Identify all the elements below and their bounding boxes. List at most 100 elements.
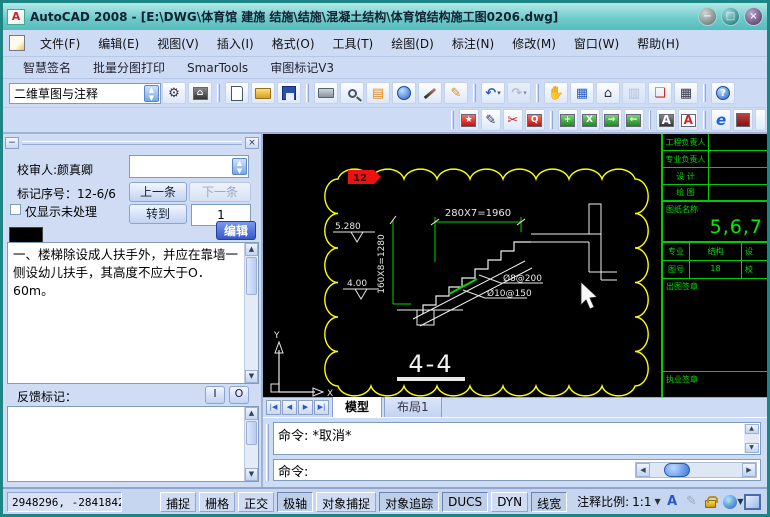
edit-button[interactable]: 编辑 — [216, 221, 256, 240]
toggle-osnap[interactable]: 对象捕捉 — [316, 492, 376, 512]
menu-help[interactable]: 帮助(H) — [628, 33, 688, 54]
comment-scrollbar[interactable]: ▲ ▼ — [244, 243, 258, 383]
markup-sets-icon[interactable]: ❏ — [648, 82, 672, 104]
menu-window[interactable]: 窗口(W) — [565, 33, 628, 54]
command-drag-handle[interactable] — [266, 424, 269, 481]
insert-doc-icon[interactable]: + — [558, 109, 578, 131]
close-button[interactable]: × — [744, 7, 763, 26]
panel-drag-handle[interactable] — [22, 141, 242, 145]
goto-button[interactable]: 转到 — [129, 204, 187, 224]
review-combo[interactable]: ▲▼ — [129, 155, 249, 178]
excel-export-icon[interactable]: X — [580, 109, 600, 131]
menu-file[interactable]: 文件(F) — [31, 33, 89, 54]
toggle-ducs[interactable]: DUCS — [442, 492, 488, 512]
annotation-autoscale-icon[interactable]: ✎ — [684, 493, 699, 511]
export-forward-icon[interactable]: → — [602, 109, 622, 131]
plot-preview-icon[interactable] — [340, 82, 364, 104]
toolbar-grip[interactable] — [473, 84, 476, 102]
drawing-canvas[interactable]: 12 280X7=1960 5.280 160X — [263, 134, 767, 397]
match-properties-icon[interactable]: ✋ — [544, 82, 568, 104]
toggle-ortho[interactable]: 正交 — [238, 492, 274, 512]
acad-red-icon[interactable]: A — [678, 109, 698, 131]
menu-format[interactable]: 格式(O) — [263, 33, 324, 54]
scroll-down-icon[interactable]: ▼ — [245, 370, 258, 383]
panel-minimize-icon[interactable]: − — [5, 137, 19, 149]
scroll-thumb[interactable] — [246, 257, 257, 295]
toggle-grid[interactable]: 栅格 — [199, 492, 235, 512]
menu-dimension[interactable]: 标注(N) — [443, 33, 503, 54]
workspace-spinner-icon[interactable]: ▲▼ — [144, 85, 159, 102]
menu-insert[interactable]: 插入(I) — [208, 33, 263, 54]
toolbar-grip[interactable] — [703, 84, 706, 102]
toggle-dyn[interactable]: DYN — [491, 492, 528, 512]
command-scrollbar[interactable]: ▲ ▼ — [744, 424, 759, 453]
toolbar-grip[interactable] — [703, 111, 706, 129]
review-pen-icon[interactable]: ✎ — [481, 109, 501, 131]
tab-prev-icon[interactable]: ◀ — [282, 400, 297, 415]
scroll-up-icon[interactable]: ▲ — [745, 424, 759, 434]
plot-icon[interactable] — [314, 82, 338, 104]
manual-book-icon[interactable] — [733, 109, 753, 131]
drawing-doc-icon[interactable] — [9, 35, 25, 51]
scroll-up-icon[interactable]: ▲ — [245, 243, 258, 256]
workspace-settings-icon[interactable]: ⚙ — [162, 82, 186, 104]
tab-next-icon[interactable]: ▶ — [298, 400, 313, 415]
menu-tools[interactable]: 工具(T) — [324, 33, 383, 54]
web-icon[interactable] — [392, 82, 416, 104]
clean-screen-icon[interactable] — [744, 494, 762, 510]
acad-white-icon[interactable]: A — [656, 109, 676, 131]
new-file-icon[interactable] — [225, 82, 249, 104]
menu-smartools[interactable]: SmarTools — [177, 60, 258, 76]
calculator-icon[interactable]: ▦ — [674, 82, 698, 104]
toolbar-grip[interactable] — [451, 111, 454, 129]
scroll-right-icon[interactable]: ▶ — [742, 463, 756, 477]
scroll-left-icon[interactable]: ◀ — [636, 463, 650, 477]
tab-first-icon[interactable]: |◀ — [266, 400, 281, 415]
tab-model[interactable]: 模型 — [332, 395, 382, 417]
feedback-o-button[interactable]: O — [229, 386, 249, 404]
feedback-i-button[interactable]: I — [205, 386, 225, 404]
toolbar-grip[interactable] — [536, 84, 539, 102]
menu-review-mark-v3[interactable]: 审图标记V3 — [260, 58, 344, 77]
review-star-icon[interactable]: ★ — [459, 109, 479, 131]
help-icon[interactable]: ? — [711, 82, 735, 104]
annotation-visibility-icon[interactable]: A — [665, 493, 680, 511]
toggle-otrack[interactable]: 对象追踪 — [379, 492, 439, 512]
prev-button[interactable]: 上一条 — [129, 182, 187, 202]
save-icon[interactable] — [277, 82, 301, 104]
trusted-autodesk-icon[interactable]: ✓ — [722, 493, 737, 511]
my-workspace-icon[interactable]: ⌂ — [188, 82, 212, 104]
command-hscrollbar[interactable]: ◀ ▶ — [635, 462, 757, 478]
panel-close-icon[interactable]: × — [245, 137, 259, 149]
toggle-polar[interactable]: 极轴 — [277, 492, 313, 512]
tab-last-icon[interactable]: ▶| — [314, 400, 329, 415]
scroll-down-icon[interactable]: ▼ — [245, 468, 258, 481]
toggle-lwt[interactable]: 线宽 — [531, 492, 567, 512]
undo-icon[interactable]: ↶▾ — [481, 82, 505, 104]
toolbar-grip[interactable] — [649, 111, 652, 129]
scroll-down-icon[interactable]: ▼ — [745, 443, 759, 453]
publish-icon[interactable]: ▤ — [366, 82, 390, 104]
next-button[interactable]: 下一条 — [189, 182, 251, 202]
feedback-scrollbar[interactable]: ▲ ▼ — [244, 407, 258, 481]
menu-edit[interactable]: 编辑(E) — [89, 33, 148, 54]
tool-palettes-icon[interactable]: ▥ — [622, 82, 646, 104]
menu-view[interactable]: 视图(V) — [148, 33, 208, 54]
scroll-thumb[interactable] — [246, 421, 257, 445]
menu-smart-sign[interactable]: 智慧签名 — [13, 58, 81, 77]
tab-layout1[interactable]: 布局1 — [384, 395, 442, 417]
toggle-snap[interactable]: 捕捉 — [160, 492, 196, 512]
open-icon[interactable] — [251, 82, 275, 104]
toolbar-grip[interactable] — [550, 111, 553, 129]
command-history[interactable]: 命令: *取消* ▲ ▼ — [273, 422, 761, 455]
review-find-icon[interactable]: Q — [525, 109, 545, 131]
menu-batch-plot[interactable]: 批量分图打印 — [83, 58, 175, 77]
hscroll-thumb[interactable] — [664, 463, 690, 477]
restore-button[interactable]: □ — [721, 7, 740, 26]
scroll-up-icon[interactable]: ▲ — [245, 407, 258, 420]
workspace-combo[interactable]: 二维草图与注释 ▲▼ — [9, 83, 161, 104]
toolbar-grip[interactable] — [306, 84, 309, 102]
command-input[interactable]: 命令: ◀ ▶ — [273, 459, 761, 481]
annotation-scale-value[interactable]: 1:1 — [632, 495, 651, 509]
comment-box[interactable]: 一、楼梯除设成人扶手外，并应在靠墙一侧设幼儿扶手，其高度不应大于O．60m。 ▲… — [7, 242, 259, 384]
